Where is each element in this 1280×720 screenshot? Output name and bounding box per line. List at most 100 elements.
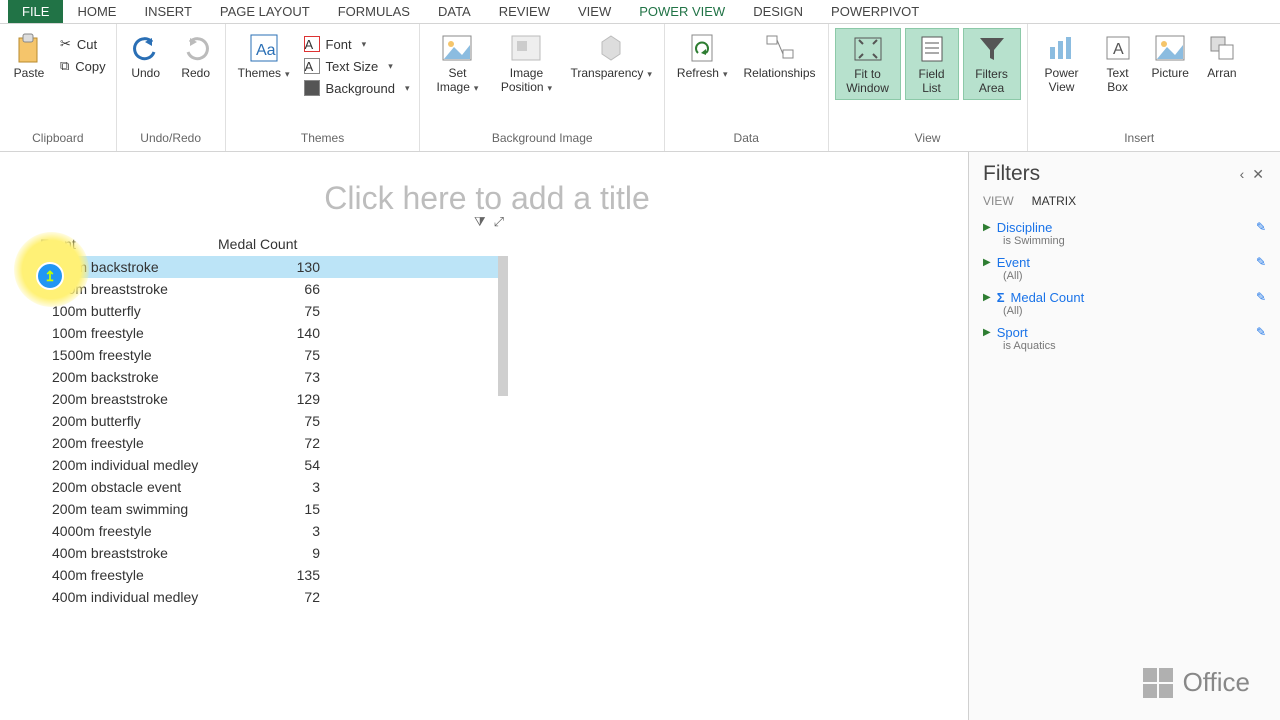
expand-icon[interactable]: ▶: [983, 292, 991, 303]
group-view: Fit to Window Field List Filters Area Vi…: [829, 24, 1028, 151]
redo-icon: [180, 32, 212, 64]
table-row[interactable]: 400m individual medley72: [28, 586, 508, 608]
group-label-bgimage: Background Image: [420, 127, 663, 151]
tab-insert[interactable]: INSERT: [130, 0, 205, 23]
expand-icon[interactable]: ▶: [983, 327, 991, 338]
table-row[interactable]: 100m breaststroke66: [28, 278, 508, 300]
filters-tab-view[interactable]: VIEW: [983, 194, 1014, 208]
header-medal-count[interactable]: Medal Count: [218, 236, 508, 252]
font-icon: A: [304, 36, 320, 52]
table-row[interactable]: 100m butterfly75: [28, 300, 508, 322]
edit-filter-icon[interactable]: ✎: [1256, 290, 1266, 304]
matrix-visual[interactable]: ⧩ ⤢ Event Medal Count 100m backstroke130…: [28, 232, 508, 608]
cell-count: 75: [218, 347, 328, 363]
cell-event: 200m team swimming: [28, 501, 218, 517]
tab-design[interactable]: DESIGN: [739, 0, 817, 23]
filter-item[interactable]: ▶Σ Medal Count(All)✎: [969, 286, 1280, 321]
table-row[interactable]: 1500m freestyle75: [28, 344, 508, 366]
table-row[interactable]: 100m backstroke130: [28, 256, 508, 278]
cell-event: 400m individual medley: [28, 589, 218, 605]
transparency-button[interactable]: Transparency: [564, 28, 657, 84]
matrix-scrollbar[interactable]: [498, 256, 508, 496]
relationships-icon: [764, 32, 796, 64]
table-row[interactable]: 200m obstacle event3: [28, 476, 508, 498]
copy-button[interactable]: ⧉Copy: [56, 56, 110, 76]
tab-page-layout[interactable]: PAGE LAYOUT: [206, 0, 324, 23]
refresh-button[interactable]: Refresh: [671, 28, 734, 84]
text-box-button[interactable]: AText Box: [1094, 28, 1142, 98]
table-row[interactable]: 400m breaststroke9: [28, 542, 508, 564]
filters-close-icon[interactable]: ✕: [1248, 166, 1268, 183]
filter-value: is Swimming: [983, 235, 1266, 247]
cell-count: 140: [218, 325, 328, 341]
picture-icon: [1154, 32, 1186, 64]
image-position-button[interactable]: Image Position: [492, 28, 560, 98]
matrix-popout-icon[interactable]: ⤢: [494, 214, 504, 230]
title-placeholder[interactable]: Click here to add a title: [324, 180, 650, 217]
tab-file[interactable]: FILE: [8, 0, 63, 23]
table-row[interactable]: 200m butterfly75: [28, 410, 508, 432]
cell-count: 3: [218, 479, 328, 495]
arrange-icon: [1206, 32, 1238, 64]
table-row[interactable]: 200m team swimming15: [28, 498, 508, 520]
filter-item[interactable]: ▶Disciplineis Swimming✎: [969, 216, 1280, 251]
filters-area-button[interactable]: Filters Area: [963, 28, 1021, 100]
table-row[interactable]: 4000m freestyle3: [28, 520, 508, 542]
table-row[interactable]: 200m freestyle72: [28, 432, 508, 454]
table-row[interactable]: 100m freestyle140: [28, 322, 508, 344]
table-row[interactable]: 200m individual medley54: [28, 454, 508, 476]
font-button[interactable]: AFont: [300, 34, 414, 54]
filter-item[interactable]: ▶Sportis Aquatics✎: [969, 321, 1280, 356]
tab-power-view[interactable]: POWER VIEW: [625, 0, 739, 23]
filters-body: ▶Disciplineis Swimming✎▶Event(All)✎▶Σ Me…: [969, 216, 1280, 356]
set-image-button[interactable]: Set Image: [426, 28, 488, 98]
tab-formulas[interactable]: FORMULAS: [324, 0, 424, 23]
expand-icon[interactable]: ▶: [983, 222, 991, 233]
filters-collapse-icon[interactable]: ‹: [1236, 166, 1249, 182]
fit-to-window-button[interactable]: Fit to Window: [835, 28, 901, 100]
tab-view[interactable]: VIEW: [564, 0, 625, 23]
filter-item[interactable]: ▶Event(All)✎: [969, 251, 1280, 286]
text-size-button[interactable]: AText Size: [300, 56, 414, 76]
relationships-button[interactable]: Relationships: [737, 28, 821, 84]
filters-tab-matrix[interactable]: MATRIX: [1032, 194, 1076, 208]
group-bg-image: Set Image Image Position Transparency Ba…: [420, 24, 664, 151]
tab-powerpivot[interactable]: POWERPIVOT: [817, 0, 933, 23]
office-logo-icon: [1143, 668, 1173, 698]
group-label-themes: Themes: [226, 127, 420, 151]
cut-button[interactable]: ✂Cut: [56, 34, 110, 54]
tab-review[interactable]: REVIEW: [485, 0, 564, 23]
matrix-scroll-thumb[interactable]: [498, 256, 508, 396]
cell-event: 4000m freestyle: [28, 523, 218, 539]
chart-icon: [1046, 32, 1078, 64]
ribbon: Paste ✂Cut ⧉Copy Clipboard Undo Redo Und…: [0, 24, 1280, 152]
arrange-button[interactable]: Arran: [1199, 28, 1245, 84]
header-event[interactable]: Event: [28, 236, 218, 252]
field-list-button[interactable]: Field List: [905, 28, 959, 100]
redo-button[interactable]: Redo: [173, 28, 219, 84]
background-button[interactable]: Background: [300, 78, 414, 98]
paste-label: Paste: [14, 66, 45, 80]
filter-name: Event: [997, 255, 1030, 270]
table-row[interactable]: 400m freestyle135: [28, 564, 508, 586]
paste-button[interactable]: Paste: [6, 28, 52, 84]
table-row[interactable]: 200m breaststroke129: [28, 388, 508, 410]
cell-count: 15: [218, 501, 328, 517]
cut-icon: ✂: [60, 36, 71, 52]
edit-filter-icon[interactable]: ✎: [1256, 220, 1266, 234]
tab-data[interactable]: DATA: [424, 0, 485, 23]
table-row[interactable]: 200m backstroke73: [28, 366, 508, 388]
picture-button[interactable]: Picture: [1146, 28, 1195, 84]
fit-window-icon: [852, 33, 884, 65]
edit-filter-icon[interactable]: ✎: [1256, 255, 1266, 269]
matrix-filter-icon[interactable]: ⧩: [474, 214, 486, 230]
cell-event: 100m freestyle: [28, 325, 218, 341]
expand-icon[interactable]: ▶: [983, 257, 991, 268]
edit-filter-icon[interactable]: ✎: [1256, 325, 1266, 339]
report-sheet[interactable]: Click here to add a title ⧩ ⤢ Event Meda…: [6, 152, 968, 720]
themes-button[interactable]: AaThemes: [232, 28, 296, 84]
power-view-button[interactable]: Power View: [1034, 28, 1090, 98]
menu-tabs: FILE HOME INSERT PAGE LAYOUT FORMULAS DA…: [0, 0, 1280, 24]
tab-home[interactable]: HOME: [63, 0, 130, 23]
undo-button[interactable]: Undo: [123, 28, 169, 84]
